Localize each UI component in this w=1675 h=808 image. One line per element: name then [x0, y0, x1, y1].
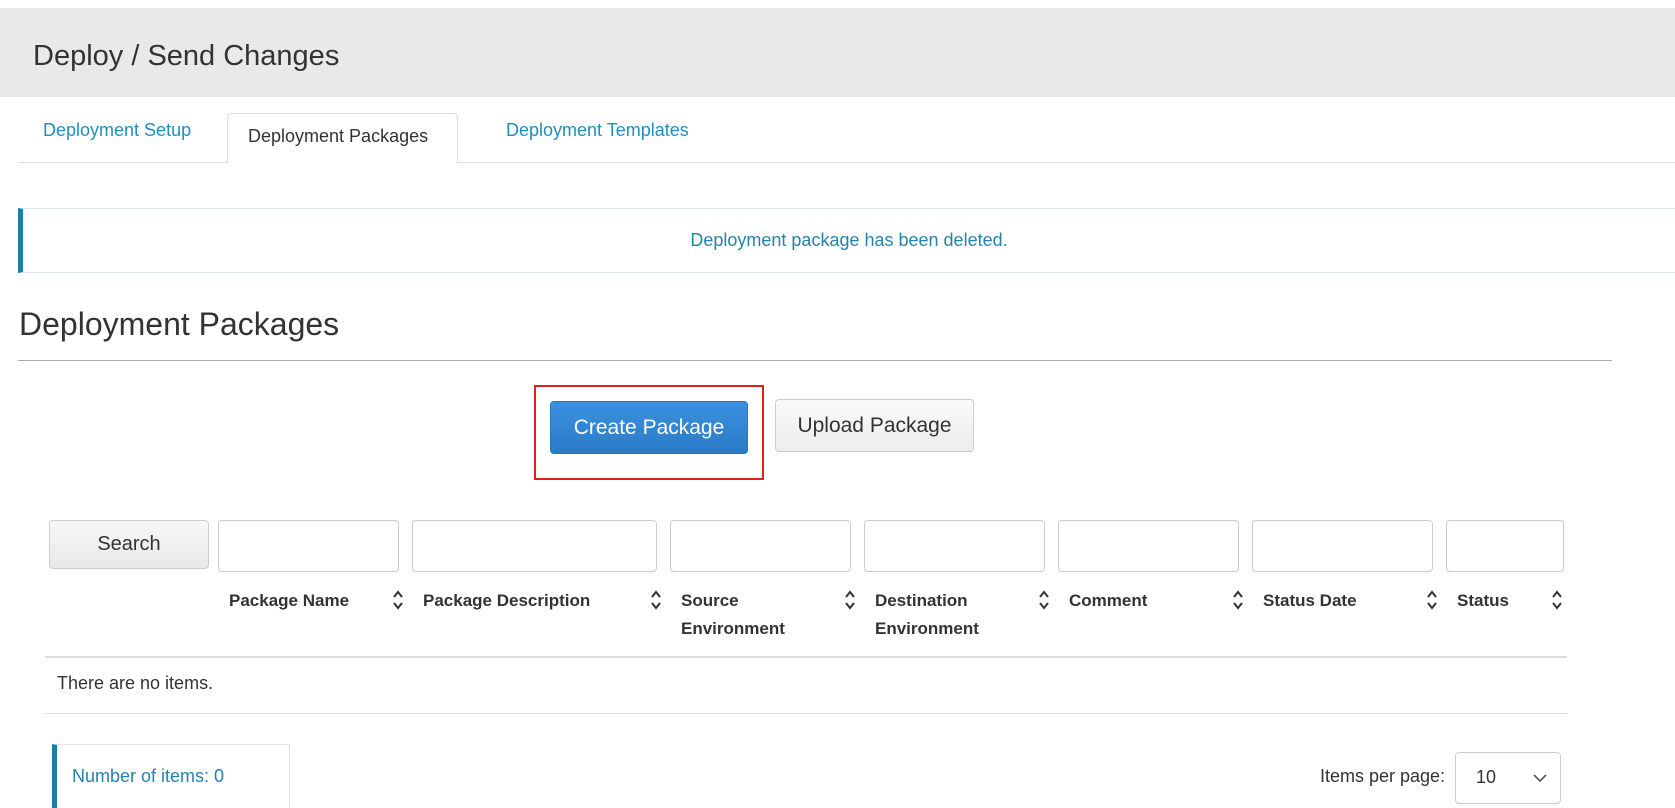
section-title: Deployment Packages — [19, 306, 340, 342]
upload-package-button[interactable]: Upload Package — [775, 399, 974, 452]
filter-package-description[interactable] — [412, 520, 657, 572]
column-header-source-environment[interactable]: Source Environment — [681, 587, 785, 643]
alert-message: Deployment package has been deleted. — [690, 230, 1008, 250]
page-title: Deploy / Send Changes — [33, 40, 340, 72]
tab-deployment-packages[interactable]: Deployment Packages — [227, 113, 458, 164]
filter-destination-environment[interactable] — [864, 520, 1045, 572]
filter-status-date[interactable] — [1252, 520, 1433, 572]
items-per-page-select[interactable]: 10 — [1455, 752, 1561, 804]
items-per-page-label: Items per page: — [1320, 766, 1446, 786]
item-count: Number of items: 0 — [52, 744, 290, 808]
column-header-status[interactable]: Status — [1457, 587, 1509, 615]
sort-icon[interactable] — [650, 589, 662, 611]
filter-package-name[interactable] — [218, 520, 399, 572]
page-header: Deploy / Send Changes — [0, 8, 1675, 97]
items-per-page-value: 10 — [1476, 767, 1497, 787]
filter-source-environment[interactable] — [670, 520, 851, 572]
divider — [18, 360, 1612, 361]
tab-deployment-templates[interactable]: Deployment Templates — [481, 104, 714, 156]
info-alert: Deployment package has been deleted. — [18, 208, 1675, 273]
column-label: Destination — [875, 591, 968, 610]
column-label-line2: Environment — [681, 619, 785, 638]
sort-icon[interactable] — [392, 589, 404, 611]
column-label: Status — [1457, 591, 1509, 610]
column-label-line2: Environment — [875, 619, 979, 638]
filter-status[interactable] — [1446, 520, 1564, 572]
column-header-package-description[interactable]: Package Description — [423, 587, 590, 615]
column-header-status-date[interactable]: Status Date — [1263, 587, 1357, 615]
sort-icon[interactable] — [1426, 589, 1438, 611]
filter-comment[interactable] — [1058, 520, 1239, 572]
column-header-destination-environment[interactable]: Destination Environment — [875, 587, 979, 643]
table-bottom-divider — [45, 713, 1567, 714]
chevron-down-icon — [1533, 774, 1547, 783]
column-label: Package Name — [229, 591, 350, 610]
tab-bar: Deployment Setup Deployment Packages Dep… — [18, 111, 1675, 164]
column-label: Status Date — [1263, 591, 1357, 610]
sort-icon[interactable] — [1232, 589, 1244, 611]
column-header-comment[interactable]: Comment — [1069, 587, 1147, 615]
column-label: Source — [681, 591, 739, 610]
create-package-button[interactable]: Create Package — [550, 401, 748, 454]
empty-message: There are no items. — [57, 673, 214, 693]
column-label: Comment — [1069, 591, 1148, 610]
search-button[interactable]: Search — [49, 520, 209, 569]
table-header-divider — [45, 656, 1567, 658]
sort-icon[interactable] — [1551, 589, 1563, 611]
sort-icon[interactable] — [844, 589, 856, 611]
tab-deployment-setup[interactable]: Deployment Setup — [18, 104, 216, 156]
sort-icon[interactable] — [1038, 589, 1050, 611]
column-header-package-name[interactable]: Package Name — [229, 587, 349, 615]
column-label: Package Description — [423, 591, 591, 610]
